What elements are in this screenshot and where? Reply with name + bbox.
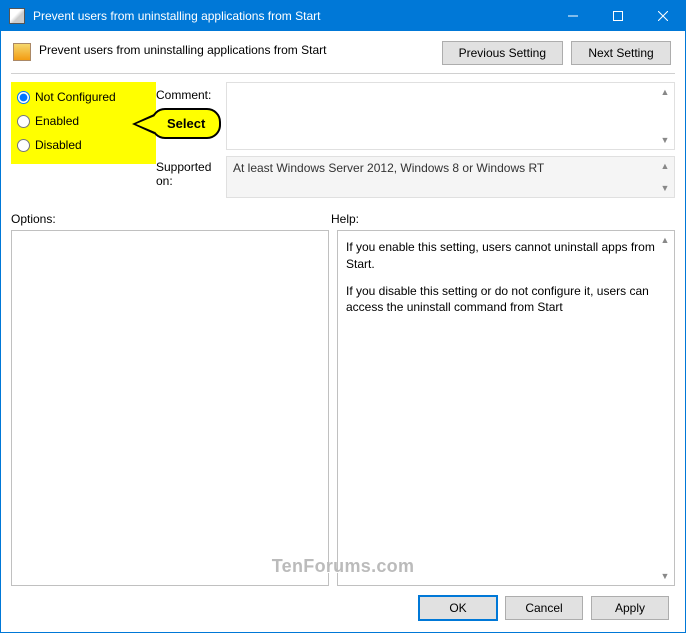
window-controls xyxy=(550,1,685,31)
radio-disabled[interactable]: Disabled xyxy=(17,138,148,152)
policy-title: Prevent users from uninstalling applicat… xyxy=(39,41,442,57)
pane-labels: Options: Help: xyxy=(11,212,675,226)
window-title: Prevent users from uninstalling applicat… xyxy=(33,9,550,23)
radio-not-configured[interactable]: Not Configured xyxy=(17,90,148,104)
radio-disabled-input[interactable] xyxy=(17,139,30,152)
titlebar: Prevent users from uninstalling applicat… xyxy=(1,1,685,31)
panes: If you enable this setting, users cannot… xyxy=(11,230,675,586)
divider xyxy=(11,73,675,74)
help-text-2: If you disable this setting or do not co… xyxy=(346,283,656,317)
annotation-callout: Select xyxy=(129,108,221,139)
scroll-down-icon[interactable]: ▼ xyxy=(658,181,672,195)
dialog-body: Prevent users from uninstalling applicat… xyxy=(1,31,685,632)
scroll-up-icon[interactable]: ▲ xyxy=(658,85,672,99)
supported-value: At least Windows Server 2012, Windows 8 … xyxy=(233,161,544,175)
callout-arrow-icon xyxy=(132,114,154,134)
previous-setting-button[interactable]: Previous Setting xyxy=(442,41,563,65)
callout-text: Select xyxy=(151,108,221,139)
radio-not-configured-label: Not Configured xyxy=(35,90,116,104)
options-pane[interactable] xyxy=(11,230,329,586)
options-label: Options: xyxy=(11,212,331,226)
cancel-button[interactable]: Cancel xyxy=(505,596,583,620)
supported-label: Supported on: xyxy=(156,150,226,198)
policy-icon xyxy=(13,43,31,61)
scroll-up-icon[interactable]: ▲ xyxy=(658,233,672,247)
state-radio-group: Not Configured Enabled Disabled Select xyxy=(11,82,156,164)
group-policy-dialog: Prevent users from uninstalling applicat… xyxy=(0,0,686,633)
help-text-1: If you enable this setting, users cannot… xyxy=(346,239,656,273)
app-icon xyxy=(9,8,25,24)
maximize-button[interactable] xyxy=(595,1,640,31)
help-pane[interactable]: If you enable this setting, users cannot… xyxy=(337,230,675,586)
comment-textarea[interactable]: ▲ ▼ xyxy=(226,82,675,150)
close-button[interactable] xyxy=(640,1,685,31)
radio-enabled-label: Enabled xyxy=(35,114,79,128)
supported-textarea: At least Windows Server 2012, Windows 8 … xyxy=(226,156,675,198)
config-area: Not Configured Enabled Disabled Select C… xyxy=(11,82,675,198)
ok-button[interactable]: OK xyxy=(419,596,497,620)
footer-buttons: OK Cancel Apply xyxy=(11,586,675,632)
nav-buttons: Previous Setting Next Setting xyxy=(442,41,671,65)
radio-disabled-label: Disabled xyxy=(35,138,82,152)
scroll-up-icon[interactable]: ▲ xyxy=(658,159,672,173)
minimize-button[interactable] xyxy=(550,1,595,31)
radio-enabled-input[interactable] xyxy=(17,115,30,128)
scroll-down-icon[interactable]: ▼ xyxy=(658,569,672,583)
help-label: Help: xyxy=(331,212,359,226)
header-row: Prevent users from uninstalling applicat… xyxy=(11,41,675,65)
next-setting-button[interactable]: Next Setting xyxy=(571,41,671,65)
scroll-down-icon[interactable]: ▼ xyxy=(658,133,672,147)
apply-button[interactable]: Apply xyxy=(591,596,669,620)
radio-not-configured-input[interactable] xyxy=(17,91,30,104)
